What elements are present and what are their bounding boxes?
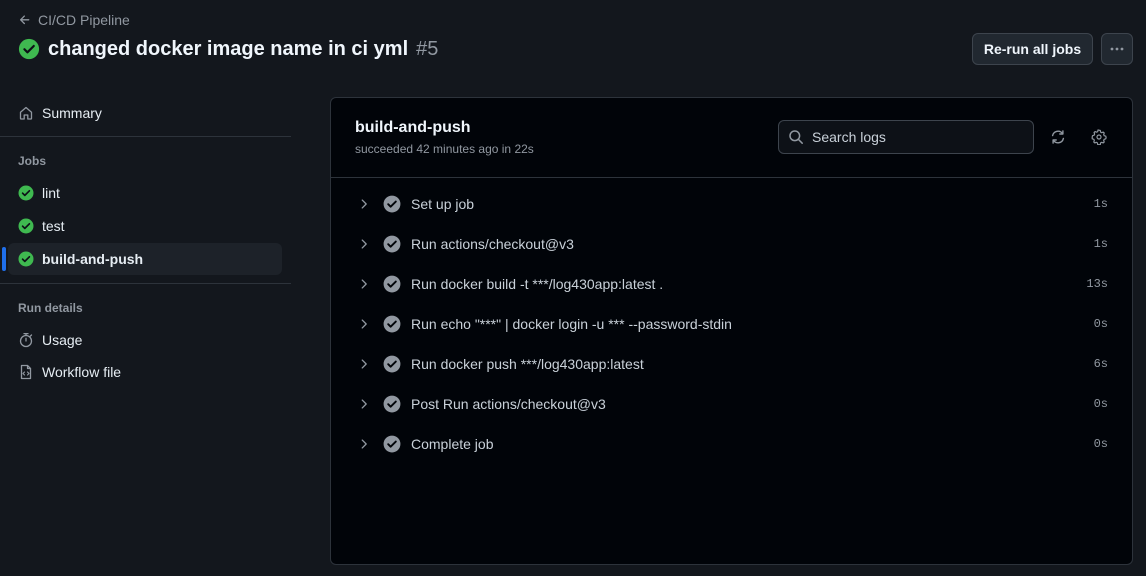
run-title: changed docker image name in ci yml xyxy=(48,37,409,60)
step-label: Run echo "***" | docker login -u *** --p… xyxy=(411,316,732,332)
job-step-row[interactable]: Run actions/checkout@v3 1s xyxy=(331,224,1132,264)
gear-icon xyxy=(1091,129,1107,145)
step-label: Run actions/checkout@v3 xyxy=(411,236,574,252)
sidebar-item-label: Usage xyxy=(42,332,83,348)
check-circle-fill-icon xyxy=(383,435,401,453)
sidebar-item-job-test[interactable]: test xyxy=(8,210,282,242)
sidebar-item-job-lint[interactable]: lint xyxy=(8,177,282,209)
job-step-row[interactable]: Set up job 1s xyxy=(331,184,1132,224)
chevron-right-icon xyxy=(361,439,367,449)
stopwatch-icon xyxy=(19,332,33,348)
arrow-left-icon xyxy=(19,15,30,25)
step-duration: 13s xyxy=(1086,277,1108,291)
step-label: Run docker build -t ***/log430app:latest… xyxy=(411,276,664,292)
step-duration: 1s xyxy=(1093,237,1108,251)
sync-icon xyxy=(1051,130,1065,144)
job-step-row[interactable]: Run echo "***" | docker login -u *** --p… xyxy=(331,304,1132,344)
kebab-horizontal-icon xyxy=(1110,47,1124,51)
chevron-right-icon xyxy=(361,199,367,209)
search-logs-field[interactable] xyxy=(778,120,1034,154)
sidebar-item-label: Summary xyxy=(42,105,102,121)
step-duration: 1s xyxy=(1093,197,1108,211)
rerun-all-jobs-button[interactable]: Re-run all jobs xyxy=(972,33,1093,65)
job-status-text: succeeded 42 minutes ago in 22s xyxy=(355,142,534,156)
divider xyxy=(0,283,291,284)
job-step-row[interactable]: Run docker push ***/log430app:latest 6s xyxy=(331,344,1132,384)
job-log-header: build-and-push succeeded 42 minutes ago … xyxy=(331,98,1132,178)
page-title: changed docker image name in ci yml #5 xyxy=(18,37,438,61)
step-duration: 0s xyxy=(1093,437,1108,451)
search-logs-input[interactable] xyxy=(812,129,1022,145)
sidebar-item-job-build-and-push[interactable]: build-and-push xyxy=(2,243,282,275)
search-icon xyxy=(789,130,803,144)
check-circle-fill-icon xyxy=(18,218,34,234)
check-circle-fill-icon xyxy=(18,185,34,201)
more-options-button[interactable] xyxy=(1101,33,1133,65)
sidebar-item-label: Workflow file xyxy=(42,364,122,380)
step-duration: 0s xyxy=(1093,317,1108,331)
step-label: Run docker push ***/log430app:latest xyxy=(411,356,644,372)
check-circle-fill-icon xyxy=(383,195,401,213)
check-circle-fill-icon xyxy=(383,395,401,413)
step-duration: 6s xyxy=(1093,357,1108,371)
check-circle-fill-icon xyxy=(383,355,401,373)
check-circle-fill-icon xyxy=(18,38,40,60)
job-step-row[interactable]: Complete job 0s xyxy=(331,424,1132,464)
jobs-heading: Jobs xyxy=(18,154,47,168)
divider xyxy=(0,136,291,137)
back-link-label: CI/CD Pipeline xyxy=(38,12,130,28)
check-circle-fill-icon xyxy=(383,275,401,293)
file-code-icon xyxy=(20,364,32,380)
run-header: CI/CD Pipeline changed docker image name… xyxy=(0,0,1146,80)
chevron-right-icon xyxy=(361,279,367,289)
job-step-row[interactable]: Post Run actions/checkout@v3 0s xyxy=(331,384,1132,424)
home-icon xyxy=(19,106,33,120)
step-duration: 0s xyxy=(1093,397,1108,411)
step-label: Post Run actions/checkout@v3 xyxy=(411,396,606,412)
sidebar-item-label: build-and-push xyxy=(42,251,144,267)
chevron-right-icon xyxy=(361,319,367,329)
sidebar-item-label: test xyxy=(42,218,65,234)
run-details-heading: Run details xyxy=(18,301,83,315)
refresh-logs-button[interactable] xyxy=(1047,126,1069,148)
job-title: build-and-push xyxy=(355,119,471,136)
check-circle-fill-icon xyxy=(383,235,401,253)
sidebar-item-usage[interactable]: Usage xyxy=(8,324,282,356)
sidebar-item-label: lint xyxy=(42,185,60,201)
chevron-right-icon xyxy=(361,359,367,369)
run-number: #5 xyxy=(416,37,439,60)
chevron-right-icon xyxy=(361,239,367,249)
sidebar-item-workflow-file[interactable]: Workflow file xyxy=(8,356,282,388)
job-log-panel: build-and-push succeeded 42 minutes ago … xyxy=(330,97,1133,565)
step-label: Set up job xyxy=(411,196,475,212)
sidebar-item-summary[interactable]: Summary xyxy=(8,97,282,129)
log-settings-button[interactable] xyxy=(1088,126,1110,148)
back-to-workflow-link[interactable]: CI/CD Pipeline xyxy=(18,11,130,29)
chevron-right-icon xyxy=(361,399,367,409)
check-circle-fill-icon xyxy=(18,251,34,267)
step-label: Complete job xyxy=(411,436,494,452)
job-step-row[interactable]: Run docker build -t ***/log430app:latest… xyxy=(331,264,1132,304)
check-circle-fill-icon xyxy=(383,315,401,333)
